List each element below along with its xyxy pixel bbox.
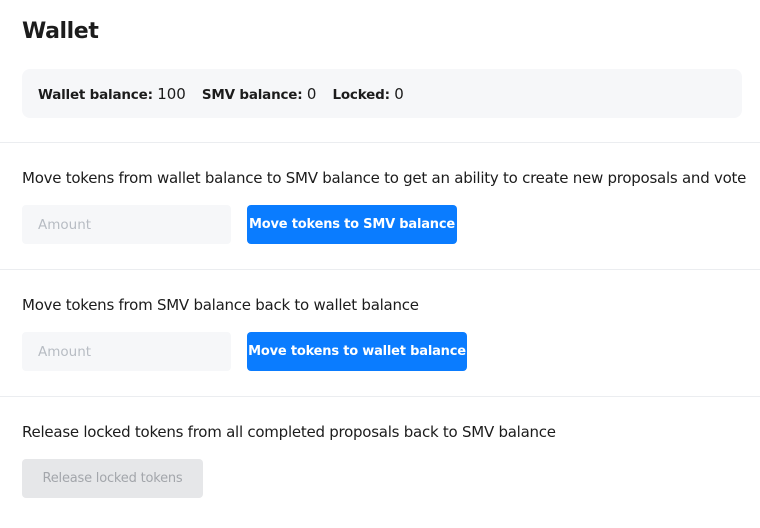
wallet-page: Wallet Wallet balance: 100 SMV balance: … <box>0 0 760 528</box>
smv-balance-label: SMV balance: <box>201 86 303 103</box>
to-wallet-description: Move tokens from SMV balance back to wal… <box>22 296 419 314</box>
smv-balance: SMV balance: 0 <box>202 85 317 103</box>
release-description: Release locked tokens from all completed… <box>22 423 556 441</box>
move-to-wallet-button[interactable]: Move tokens to wallet balance <box>247 332 467 371</box>
section-divider <box>0 269 760 270</box>
to-wallet-amount-input[interactable] <box>22 332 231 371</box>
page-title: Wallet <box>22 19 99 44</box>
section-divider <box>0 142 760 143</box>
wallet-balance: Wallet balance: 100 <box>38 85 186 103</box>
locked-balance: Locked: 0 <box>332 85 403 103</box>
smv-balance-value: 0 <box>306 84 317 103</box>
release-locked-button[interactable]: Release locked tokens <box>22 459 203 498</box>
to-smv-amount-input[interactable] <box>22 205 231 244</box>
move-to-smv-button[interactable]: Move tokens to SMV balance <box>247 205 457 244</box>
section-divider <box>0 396 760 397</box>
wallet-balance-value: 100 <box>157 84 186 103</box>
wallet-balance-label: Wallet balance: <box>38 86 153 103</box>
locked-balance-label: Locked: <box>332 86 390 103</box>
locked-balance-value: 0 <box>394 84 404 103</box>
balance-summary: Wallet balance: 100 SMV balance: 0 Locke… <box>22 69 742 118</box>
to-smv-description: Move tokens from wallet balance to SMV b… <box>22 169 747 187</box>
